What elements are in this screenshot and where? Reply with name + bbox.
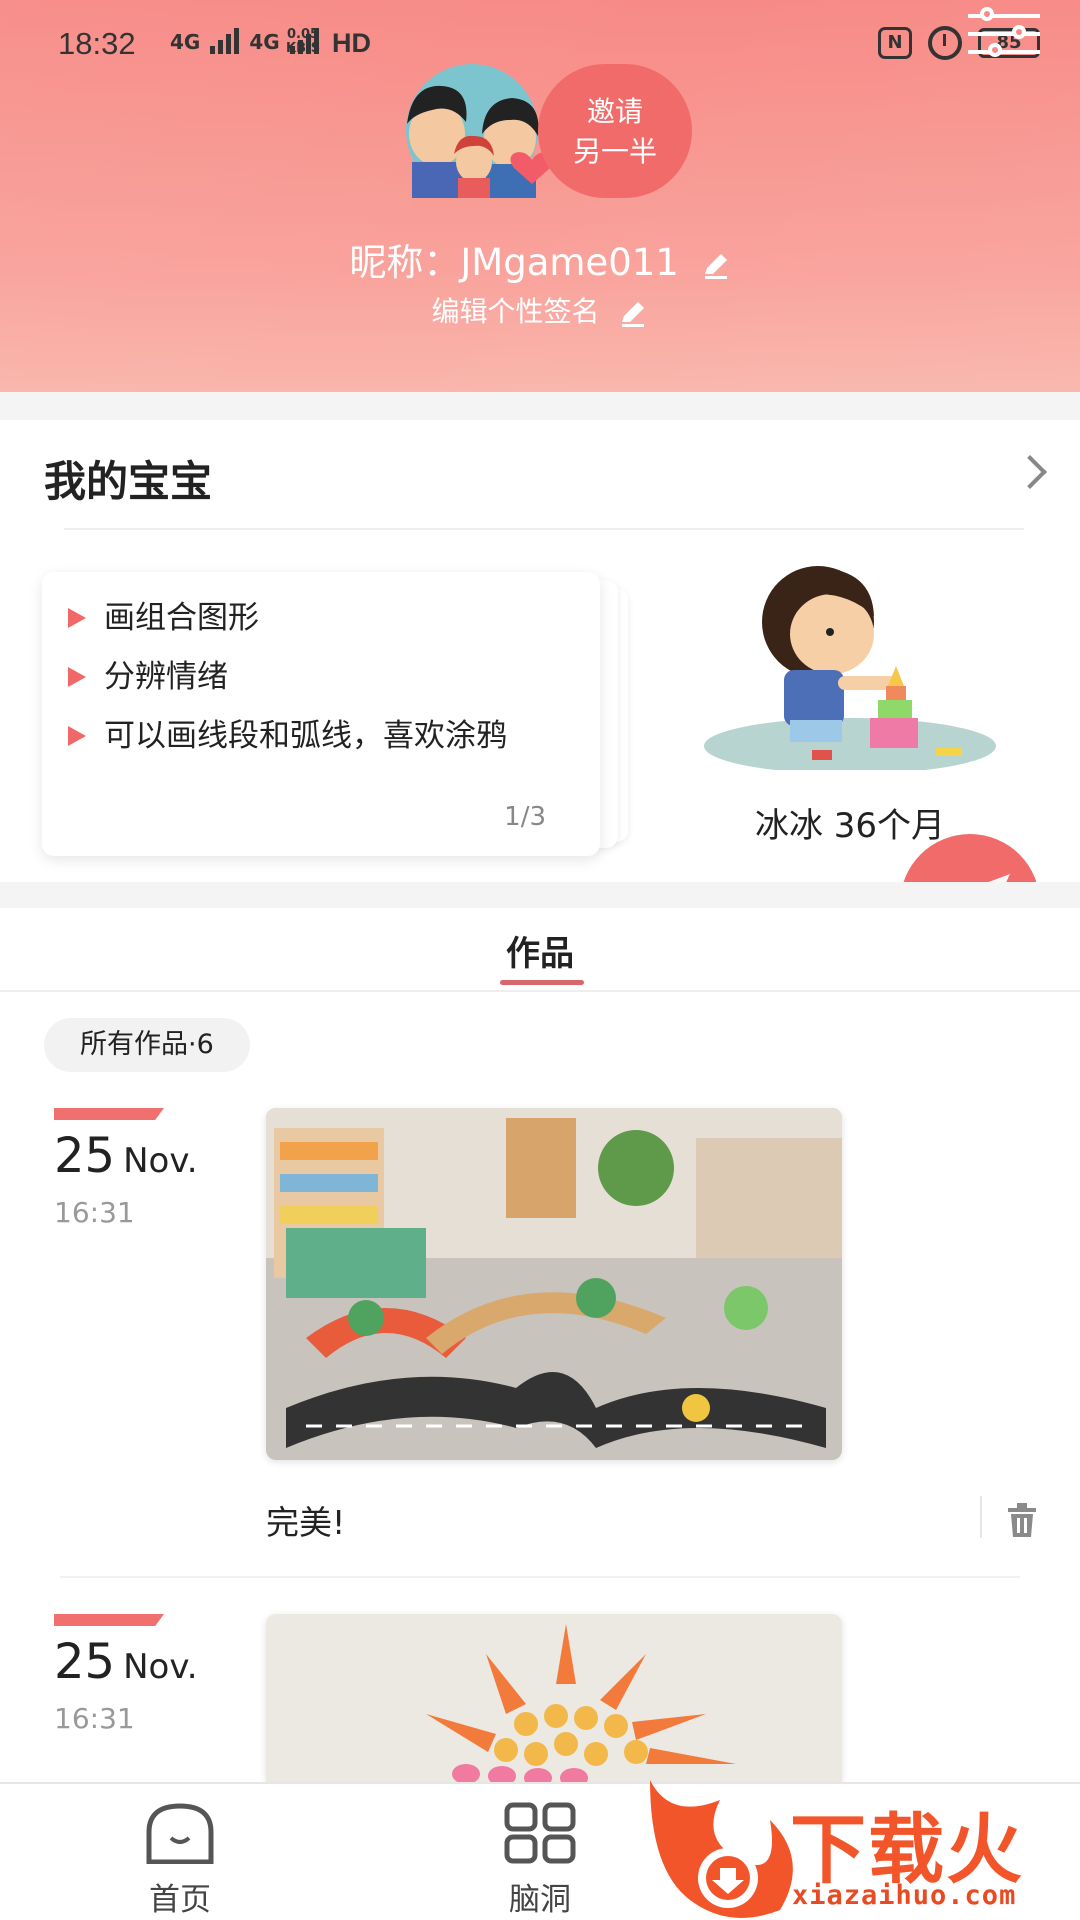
entry-time: 16:31	[54, 1196, 135, 1229]
tab-works[interactable]: 作品	[0, 926, 1080, 975]
chevron-right-icon[interactable]	[1013, 455, 1047, 489]
invite-line-2: 另一半	[572, 135, 657, 168]
work-photo[interactable]	[266, 1614, 842, 1782]
tip-item: 可以画线段和弧线，喜欢涂鸦	[68, 716, 564, 756]
my-baby-title[interactable]: 我的宝宝	[44, 448, 212, 509]
tip-item: 分辨情绪	[68, 657, 564, 697]
nfc-icon: N	[878, 27, 912, 59]
my-baby-section: 我的宝宝 画组合图形 分辨情绪 可以画线段和弧线，喜欢涂鸦 1/3 冰冰 36个…	[0, 420, 1080, 974]
all-works-filter[interactable]: 所有作品·6	[44, 1018, 250, 1072]
nav-home[interactable]: 首页	[100, 1802, 260, 1919]
invite-line-1: 邀请	[586, 95, 643, 128]
baby-illustration[interactable]	[700, 560, 1000, 770]
signature-text: 编辑个性签名	[431, 295, 600, 328]
entry-date: 25 Nov.	[54, 1634, 198, 1690]
grid-squares-icon	[504, 1802, 576, 1864]
edit-pencil-icon[interactable]	[618, 298, 648, 328]
network-label-1: 4G	[170, 30, 201, 54]
entry-month: Nov.	[123, 1647, 198, 1687]
alarm-icon	[928, 26, 962, 60]
settings-sliders-icon[interactable]	[968, 2, 1040, 62]
divider	[60, 1576, 1020, 1578]
signature-row[interactable]: 编辑个性签名	[0, 290, 1080, 330]
tip-item: 画组合图形	[68, 598, 564, 638]
nav-home-label: 首页	[149, 1882, 211, 1918]
nav-brain-label: 脑洞	[509, 1882, 571, 1918]
signal-icon-1	[210, 28, 240, 54]
divider	[64, 528, 1024, 530]
network-label-2: 4G	[249, 30, 280, 54]
entry-month: Nov.	[123, 1141, 198, 1181]
food-sun-photo	[266, 1614, 842, 1782]
entry-day: 25	[54, 1634, 116, 1690]
delete-trash-icon[interactable]	[1006, 1502, 1038, 1538]
net-speed: 0.05 KB/S	[286, 28, 320, 56]
entry-time: 16:31	[54, 1702, 135, 1735]
divider	[980, 1496, 982, 1538]
net-speed-unit: KB/S	[286, 41, 321, 56]
invite-partner-button[interactable]: 邀请 另一半	[538, 64, 692, 198]
date-flag	[54, 1614, 164, 1626]
content-tab-bar: 作品	[0, 908, 1080, 992]
edit-pencil-icon[interactable]	[701, 250, 731, 280]
entry-date: 25 Nov.	[54, 1128, 198, 1184]
entry-day: 25	[54, 1128, 116, 1184]
play-mat-photo	[266, 1108, 842, 1460]
watermark-url: xiazaihuo.com	[792, 1880, 1017, 1911]
net-speed-value: 0.05	[287, 27, 320, 42]
section-gap	[0, 882, 1080, 908]
hd-indicator: HD	[332, 28, 371, 58]
work-caption: 完美!	[266, 1503, 346, 1542]
profile-header: 18:32 4G 4G 0.05 KB/S HD N 85 邀请 另一半 昵称：…	[0, 0, 1080, 392]
active-tab-indicator	[500, 980, 584, 985]
tip-page-indicator: 1/3	[504, 802, 546, 832]
nickname-text: 昵称：JMgame011	[349, 241, 679, 284]
nav-brain[interactable]: 脑洞	[460, 1802, 620, 1919]
nickname-row[interactable]: 昵称：JMgame011	[0, 232, 1080, 286]
date-flag	[54, 1108, 164, 1120]
work-photo[interactable]	[266, 1108, 842, 1460]
development-tips-card[interactable]: 画组合图形 分辨情绪 可以画线段和弧线，喜欢涂鸦 1/3	[42, 572, 600, 856]
section-gap	[0, 392, 1080, 420]
status-time: 18:32	[58, 26, 136, 61]
home-face-icon	[146, 1803, 214, 1865]
